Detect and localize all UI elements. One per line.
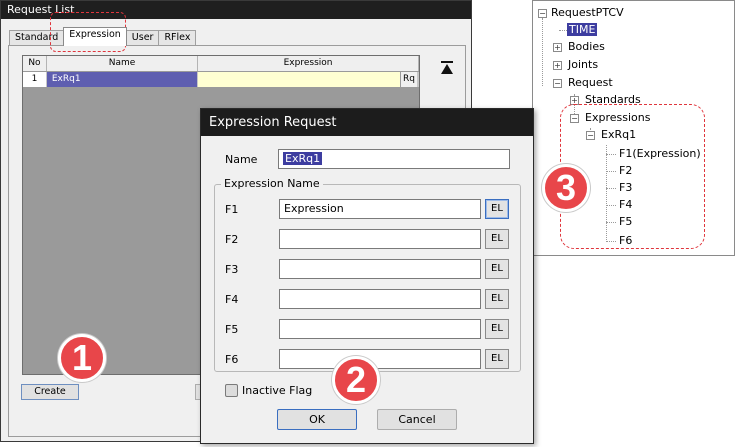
tab-expression[interactable]: Expression: [63, 27, 127, 46]
step-badge-2: 2: [332, 356, 380, 404]
inactive-flag-checkbox[interactable]: [225, 384, 238, 397]
f6-el-button[interactable]: EL: [485, 349, 509, 369]
grid-header: No Name Expression: [23, 56, 419, 72]
name-field-value: ExRq1: [283, 152, 323, 165]
f5-field[interactable]: [279, 319, 481, 339]
f2-field[interactable]: [279, 229, 481, 249]
table-row[interactable]: 1 ExRq1 Rq: [23, 72, 419, 88]
tree-root[interactable]: RequestPTCV: [551, 6, 624, 20]
tree-item-time[interactable]: TIME: [567, 23, 598, 37]
request-tabs: Standard Expression User RFlex: [9, 27, 197, 46]
collapse-icon[interactable]: −: [553, 79, 562, 88]
column-header-expression[interactable]: Expression: [198, 56, 419, 71]
f1-field[interactable]: Expression: [279, 199, 481, 219]
f5-el-button[interactable]: EL: [485, 319, 509, 339]
f3-field[interactable]: [279, 259, 481, 279]
step-badge-3: 3: [542, 164, 590, 212]
tree-item-request[interactable]: Request: [568, 76, 613, 90]
tree-item-time-label: TIME: [567, 23, 598, 36]
f3-label: F3: [225, 263, 239, 276]
ok-button[interactable]: OK: [277, 409, 357, 430]
move-top-icon[interactable]: [440, 60, 454, 76]
collapse-icon[interactable]: −: [538, 9, 547, 18]
step-badge-1: 1: [58, 334, 106, 382]
inactive-flag-label: Inactive Flag: [242, 384, 313, 397]
tab-rflex[interactable]: RFlex: [158, 30, 197, 46]
f5-label: F5: [225, 323, 239, 336]
cancel-button[interactable]: Cancel: [377, 409, 457, 430]
create-button[interactable]: Create: [21, 384, 79, 400]
f6-field[interactable]: [279, 349, 481, 369]
row-expression-cell[interactable]: Rq: [198, 72, 419, 87]
f2-el-button[interactable]: EL: [485, 229, 509, 249]
rq-button[interactable]: Rq: [399, 72, 418, 87]
f4-label: F4: [225, 293, 239, 306]
column-header-no[interactable]: No: [23, 56, 47, 71]
f3-el-button[interactable]: EL: [485, 259, 509, 279]
expression-name-group: Expression Name F1 Expression EL F2 EL F…: [214, 177, 521, 372]
column-header-name[interactable]: Name: [47, 56, 199, 71]
expand-icon[interactable]: +: [553, 43, 562, 52]
expand-icon[interactable]: +: [553, 61, 562, 70]
tab-user[interactable]: User: [125, 30, 160, 46]
tree-item-bodies[interactable]: Bodies: [568, 40, 605, 54]
row-name-cell[interactable]: ExRq1: [46, 72, 199, 87]
row-no-cell: 1: [23, 72, 47, 87]
f1-el-button[interactable]: EL: [485, 199, 509, 219]
dialog-title: Expression Request: [201, 109, 533, 136]
name-field[interactable]: ExRq1: [278, 149, 510, 169]
tree-item-joints[interactable]: Joints: [568, 58, 598, 72]
name-label: Name: [225, 153, 258, 166]
f2-label: F2: [225, 233, 239, 246]
f1-label: F1: [225, 203, 239, 216]
f6-label: F6: [225, 353, 239, 366]
f4-field[interactable]: [279, 289, 481, 309]
expression-name-group-title: Expression Name: [221, 177, 323, 190]
f4-el-button[interactable]: EL: [485, 289, 509, 309]
